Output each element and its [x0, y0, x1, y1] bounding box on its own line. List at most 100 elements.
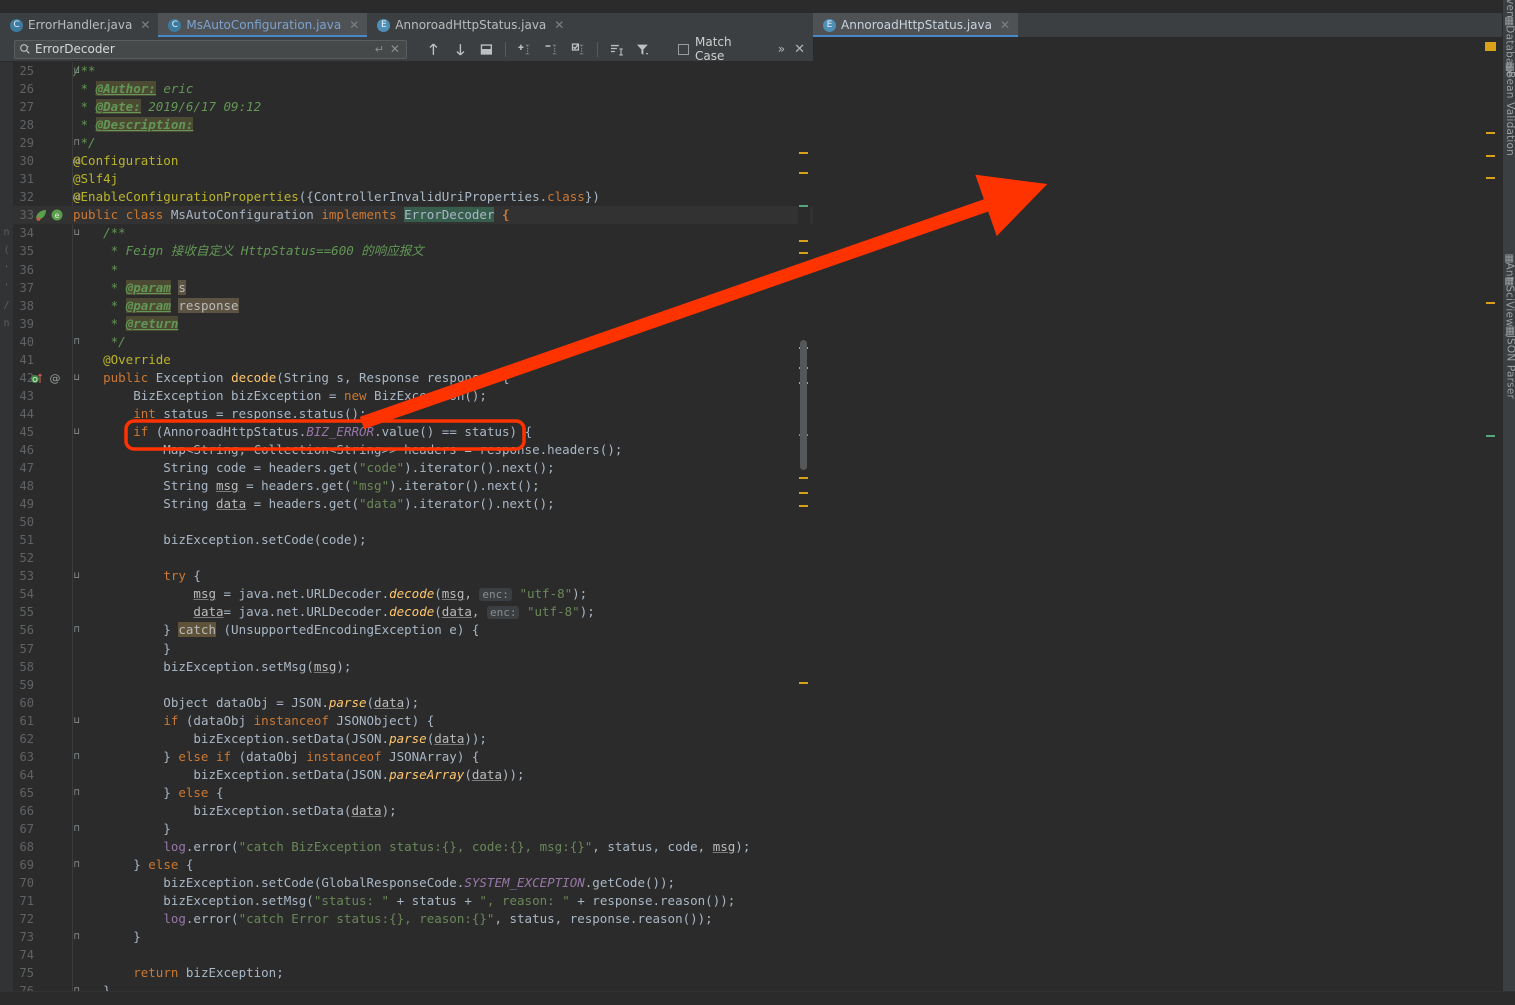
code-line[interactable]: 33 public class MsAutoConfiguration imple… [0, 206, 813, 225]
left-code-editor[interactable]: 25 ⊔/** 26 * @Author: eric 27 * @Date: 2019… [0, 62, 813, 1005]
code-line[interactable]: 30 ⊔ @Configuration [0, 152, 813, 170]
code-line[interactable]: 28 * @Description: [0, 116, 813, 134]
code-line[interactable]: 75 return bizException; [0, 964, 813, 982]
search-history-icon[interactable]: ↵ [375, 43, 384, 56]
left-editor-scrollbar[interactable] [798, 62, 810, 1005]
code-line[interactable]: 66 bizException.setData(data); [0, 802, 813, 820]
code-line[interactable]: 62 bizException.setData(JSON.parse(data)… [0, 730, 813, 748]
code-line[interactable]: 61 ⊔ if (dataObj instanceof JSONObject) { [0, 712, 813, 730]
code-line[interactable]: 29 ⊓ */ [0, 134, 813, 152]
code-line[interactable]: 74 [0, 946, 813, 964]
code-line[interactable]: 70 bizException.setCode(GlobalResponseCo… [0, 874, 813, 892]
code-text: String data = headers.get("data").iterat… [73, 496, 555, 512]
code-line[interactable]: 53 ⊔ try { [0, 567, 813, 585]
right-editor-scrollbar[interactable] [1485, 37, 1497, 1005]
code-line[interactable]: 54 msg = java.net.URLDecoder.decode(msg,… [0, 585, 813, 603]
code-line[interactable]: 41 @Override [0, 351, 813, 369]
code-text: * @param s [73, 279, 186, 295]
code-line[interactable]: 55 data= java.net.URLDecoder.decode(data… [0, 603, 813, 621]
code-line[interactable]: 36 * [0, 261, 813, 279]
code-line[interactable]: 31 @Slf4j [0, 170, 813, 188]
code-line[interactable]: 37 * @param s [0, 279, 813, 297]
tool-window-tab-sciview[interactable]: ▦SciView [1503, 276, 1515, 327]
code-line[interactable]: 34 ⊔ /** [0, 224, 813, 242]
spring-bean-icon[interactable] [34, 208, 48, 222]
code-line[interactable]: 65 ⊓ } else { [0, 784, 813, 802]
tool-window-tab-bean-validation[interactable]: ▦Bean Validation [1503, 62, 1515, 156]
code-line[interactable]: 51 bizException.setCode(code); [0, 531, 813, 549]
select-all-occurrences-icon[interactable] [570, 41, 587, 58]
right-editor-pane: EAnnoroadHttpStatus.java✕ 1package com.a… [813, 0, 1502, 1005]
close-tab-icon[interactable]: ✕ [349, 18, 359, 32]
search-input[interactable]: ErrorDecoder ↵ ✕ [14, 39, 407, 59]
find-toolbar[interactable]: ErrorDecoder ↵ ✕ Match Case » ✕ [0, 35, 813, 63]
find-next-icon[interactable] [452, 41, 469, 58]
code-line[interactable]: 52 [0, 549, 813, 567]
code-line[interactable]: 57 } [0, 640, 813, 658]
code-line[interactable]: 47 String code = headers.get("code").ite… [0, 459, 813, 477]
code-line[interactable]: 64 bizException.setData(JSON.parseArray(… [0, 766, 813, 784]
java-class-icon: C [168, 18, 182, 32]
filter-icon[interactable] [634, 41, 651, 58]
remove-selection-icon[interactable] [543, 41, 560, 58]
code-line[interactable]: 44 int status = response.status(); [0, 405, 813, 423]
code-line[interactable]: 59 [0, 676, 813, 694]
override-method-icon[interactable]: O [30, 371, 44, 385]
code-line[interactable]: 69 ⊓ } else { [0, 856, 813, 874]
json-parser-icon: ▦ [1504, 325, 1515, 336]
clear-search-icon[interactable]: ✕ [390, 42, 400, 56]
more-options-icon[interactable]: » [778, 42, 785, 56]
code-line[interactable]: 63 ⊓ } else if (dataObj instanceof JSONAr… [0, 748, 813, 766]
code-line[interactable]: 71 bizException.setMsg("status: " + stat… [0, 892, 813, 910]
code-line[interactable]: 43 BizException bizException = new BizEx… [0, 387, 813, 405]
spring-config-icon[interactable]: e [50, 208, 64, 222]
code-line[interactable]: 35 * Feign 接收自定义 HttpStatus==600 的响应报文 [0, 242, 813, 260]
code-line[interactable]: 68 log.error("catch BizException status:… [0, 838, 813, 856]
close-tab-icon[interactable]: ✕ [554, 18, 564, 32]
code-text: Object dataObj = JSON.parse(data); [73, 694, 420, 710]
close-tab-icon[interactable]: ✕ [140, 18, 150, 32]
code-line[interactable]: 56 ⊓ } catch (UnsupportedEncodingExceptio… [0, 621, 813, 639]
code-text: String code = headers.get("code").iterat… [73, 460, 555, 476]
close-tab-icon[interactable]: ✕ [1000, 18, 1010, 32]
editor-tab-annoroadhttpstatus[interactable]: E AnnoroadHttpStatus.java ✕ [367, 13, 572, 37]
code-line[interactable]: 67 ⊓ } [0, 820, 813, 838]
tool-window-tab-maven[interactable]: ▦Maven [1503, 0, 1515, 18]
filter-lines-icon[interactable] [608, 41, 625, 58]
java-enum-icon: E [377, 18, 391, 32]
right-tab-bar[interactable]: E AnnoroadHttpStatus.java ✕ [813, 13, 1502, 37]
match-case-checkbox[interactable] [678, 43, 689, 55]
code-line[interactable]: 48 String msg = headers.get("msg").itera… [0, 477, 813, 495]
editor-tab-label: ErrorHandler.java [28, 18, 133, 32]
add-selection-icon[interactable] [516, 41, 533, 58]
code-line[interactable]: 49 String data = headers.get("data").ite… [0, 495, 813, 513]
editor-tab-errorhandler[interactable]: C ErrorHandler.java ✕ [0, 13, 158, 37]
code-line[interactable]: 73 ⊓ } [0, 928, 813, 946]
code-line[interactable]: 72 log.error("catch Error status:{}, rea… [0, 910, 813, 928]
editor-tab-annoroadhttpstatus[interactable]: E AnnoroadHttpStatus.java ✕ [813, 13, 1019, 37]
code-text: */ [73, 135, 96, 151]
code-line[interactable]: 32 ⊔ @EnableConfigurationProperties({Contr… [0, 188, 813, 206]
tool-window-tab-json-parser[interactable]: ▦JSON Parser [1503, 326, 1515, 399]
code-line[interactable]: 58 bizException.setMsg(msg); [0, 658, 813, 676]
code-line[interactable]: 27 * @Date: 2019/6/17 09:12 [0, 98, 813, 116]
editor-tab-msautoconfiguration[interactable]: C MsAutoConfiguration.java ✕ [158, 13, 368, 37]
code-line[interactable]: 50 [0, 513, 813, 531]
close-find-icon[interactable]: ✕ [794, 42, 805, 57]
code-line[interactable]: 39 * @return [0, 315, 813, 333]
code-line[interactable]: 26 * @Author: eric [0, 80, 813, 98]
annotation-icon[interactable]: @ [48, 371, 62, 385]
code-line[interactable]: 38 * @param response [0, 297, 813, 315]
right-tool-window-bar[interactable]: ▦Maven▦Database▦Bean Validation▦Ant▦SciV… [1502, 0, 1515, 1005]
code-line[interactable]: 40 ⊓ */ [0, 333, 813, 351]
find-previous-icon[interactable] [425, 41, 442, 58]
left-tab-bar[interactable]: C ErrorHandler.java ✕ C MsAutoConfiguration.… [0, 13, 813, 37]
code-line[interactable]: 60 Object dataObj = JSON.parse(data); [0, 694, 813, 712]
code-line[interactable]: 42 ⊔ public Exception decode(String s, Re… [0, 369, 813, 387]
code-line[interactable]: 25 ⊔/** [0, 62, 813, 80]
code-line[interactable]: 45 ⊔ if (AnnoroadHttpStatus.BIZ_ERROR.val… [0, 423, 813, 441]
code-line[interactable]: 46 Map<String, Collection<String>> heade… [0, 441, 813, 459]
ant-icon: ▦ [1504, 253, 1515, 264]
svg-text:e: e [55, 211, 60, 220]
select-all-icon[interactable] [478, 41, 495, 58]
